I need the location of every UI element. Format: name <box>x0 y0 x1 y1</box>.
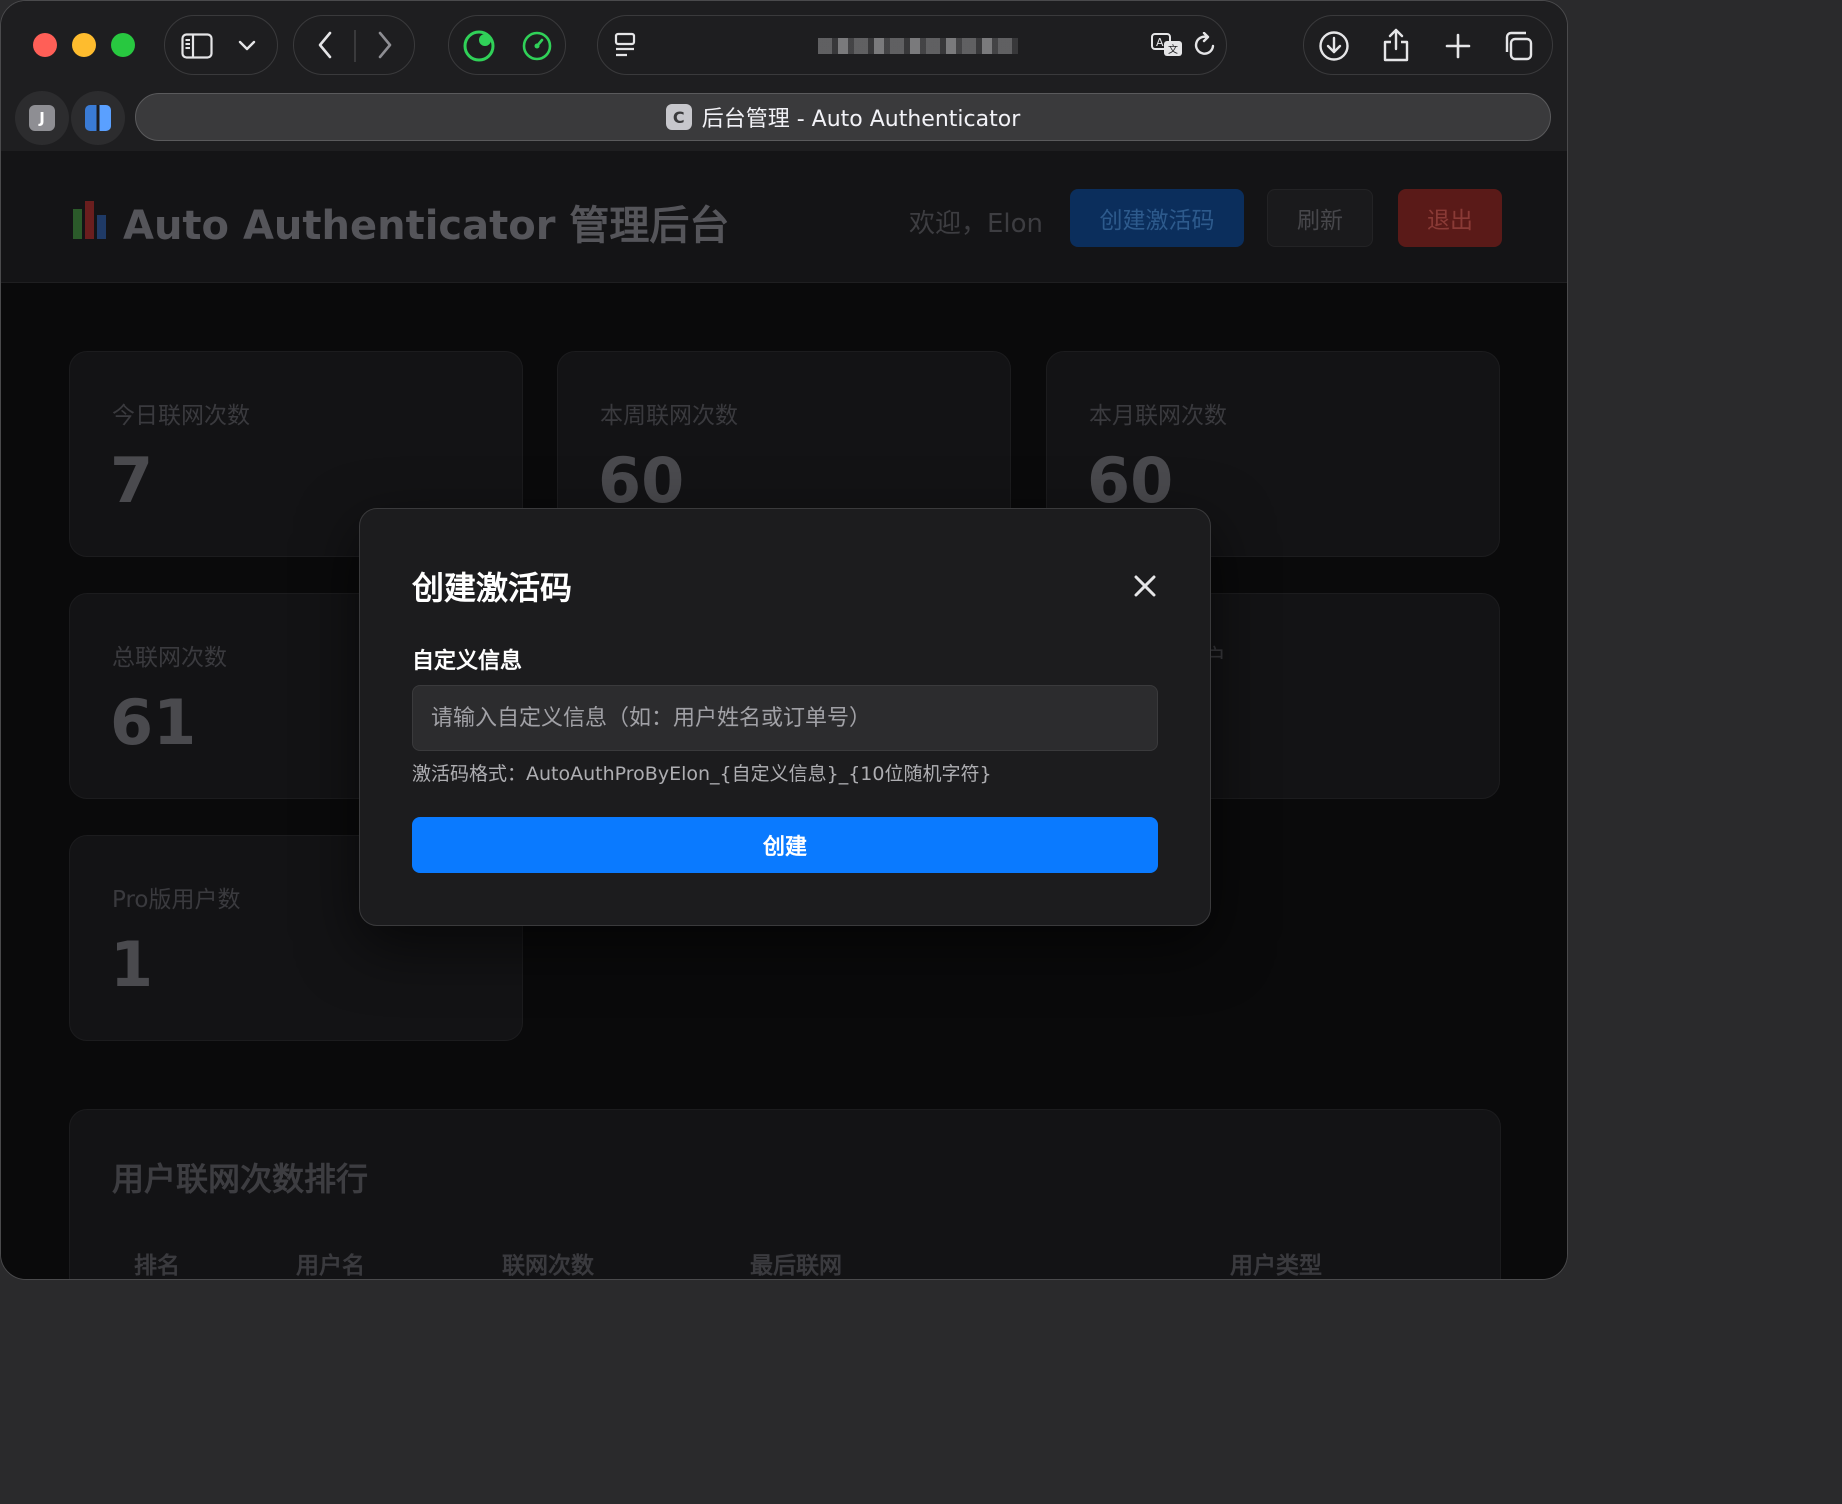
tab-favicon: C <box>665 104 692 130</box>
modal-title: 创建激活码 <box>412 569 573 607</box>
create-code-button[interactable]: 创建激活码 <box>1070 189 1244 247</box>
column-header[interactable]: 排名 <box>134 1246 180 1279</box>
stat-value: 60 <box>598 444 685 517</box>
browser-toolbar: A文 J C 后台管理 - Auto Authenticator <box>1 1 1567 151</box>
address-bar[interactable]: A文 <box>597 15 1227 75</box>
stat-value: 1 <box>110 928 154 1001</box>
zoom-window-button[interactable] <box>111 33 135 57</box>
download-icon[interactable] <box>1316 28 1352 64</box>
chart-logo-icon <box>73 197 111 239</box>
sidebar-icon[interactable] <box>179 28 215 64</box>
page-menu-icon[interactable] <box>610 30 640 60</box>
stat-value: 7 <box>110 444 154 517</box>
extension-moon-icon[interactable] <box>461 28 497 64</box>
reload-icon[interactable] <box>1190 30 1220 60</box>
stat-label: 本周联网次数 <box>600 403 738 429</box>
logout-button[interactable]: 退出 <box>1398 189 1502 247</box>
chevron-down-icon[interactable] <box>233 34 261 58</box>
browser-window: EN <box>0 0 1568 1280</box>
tab-title: 后台管理 - Auto Authenticator <box>701 107 1021 132</box>
welcome-text: 欢迎，Elon <box>909 209 1044 239</box>
create-button[interactable]: 创建 <box>412 817 1158 873</box>
navigation-group <box>293 15 415 75</box>
page-content: Auto Authenticator 管理后台 欢迎，Elon 创建激活码 刷新… <box>1 151 1567 1279</box>
create-code-modal: 创建激活码 自定义信息 激活码格式：AutoAuthProByElon_{自定义… <box>359 508 1211 926</box>
column-header[interactable]: 最后联网 <box>750 1246 842 1279</box>
ranking-card: 用户联网次数排行 排名 用户名 联网次数 最后联网 用户类型 <box>69 1109 1501 1279</box>
column-header[interactable]: 用户名 <box>296 1246 365 1279</box>
pinned-tab-app-icon <box>85 105 111 131</box>
stat-label: 本月联网次数 <box>1089 403 1227 429</box>
share-icon[interactable] <box>1378 26 1414 64</box>
ranking-title: 用户联网次数排行 <box>112 1160 369 1198</box>
close-icon[interactable] <box>1130 571 1160 601</box>
minimize-window-button[interactable] <box>72 33 96 57</box>
column-header[interactable]: 联网次数 <box>502 1246 594 1279</box>
new-tab-icon[interactable] <box>1442 30 1474 62</box>
url-text-redacted <box>818 38 1018 54</box>
custom-info-label: 自定义信息 <box>412 649 523 674</box>
close-window-button[interactable] <box>33 33 57 57</box>
format-hint: 激活码格式：AutoAuthProByElon_{自定义信息}_{10位随机字符… <box>412 763 992 785</box>
stat-value: 61 <box>110 686 197 759</box>
stat-label: Pro版用户数 <box>112 887 241 913</box>
stat-label: 今日联网次数 <box>112 403 250 429</box>
sidebar-toggle-group <box>164 15 278 75</box>
app-header: Auto Authenticator 管理后台 欢迎，Elon 创建激活码 刷新… <box>1 151 1567 283</box>
svg-text:A: A <box>1156 36 1164 49</box>
actions-group <box>1303 15 1553 75</box>
svg-text:文: 文 <box>1168 43 1178 56</box>
forward-icon[interactable] <box>370 30 400 60</box>
extensions-group <box>448 15 566 75</box>
tab-overview-icon[interactable] <box>1500 28 1536 64</box>
custom-info-input[interactable] <box>412 685 1158 751</box>
extension-gauge-icon[interactable] <box>519 28 555 64</box>
stat-value: 60 <box>1087 444 1174 517</box>
pinned-tab-2[interactable] <box>71 91 125 145</box>
column-header[interactable]: 用户类型 <box>1230 1246 1322 1279</box>
active-tab[interactable]: C 后台管理 - Auto Authenticator <box>135 93 1551 141</box>
tab-bar: J C 后台管理 - Auto Authenticator <box>1 89 1567 145</box>
stat-label: 总联网次数 <box>112 645 227 671</box>
pinned-tab-j[interactable]: J <box>15 91 69 145</box>
app-title: Auto Authenticator 管理后台 <box>123 203 730 249</box>
back-icon[interactable] <box>310 30 340 60</box>
pinned-tab-j-icon: J <box>29 105 55 131</box>
refresh-button[interactable]: 刷新 <box>1267 189 1373 247</box>
translate-icon[interactable]: A文 <box>1148 30 1186 60</box>
